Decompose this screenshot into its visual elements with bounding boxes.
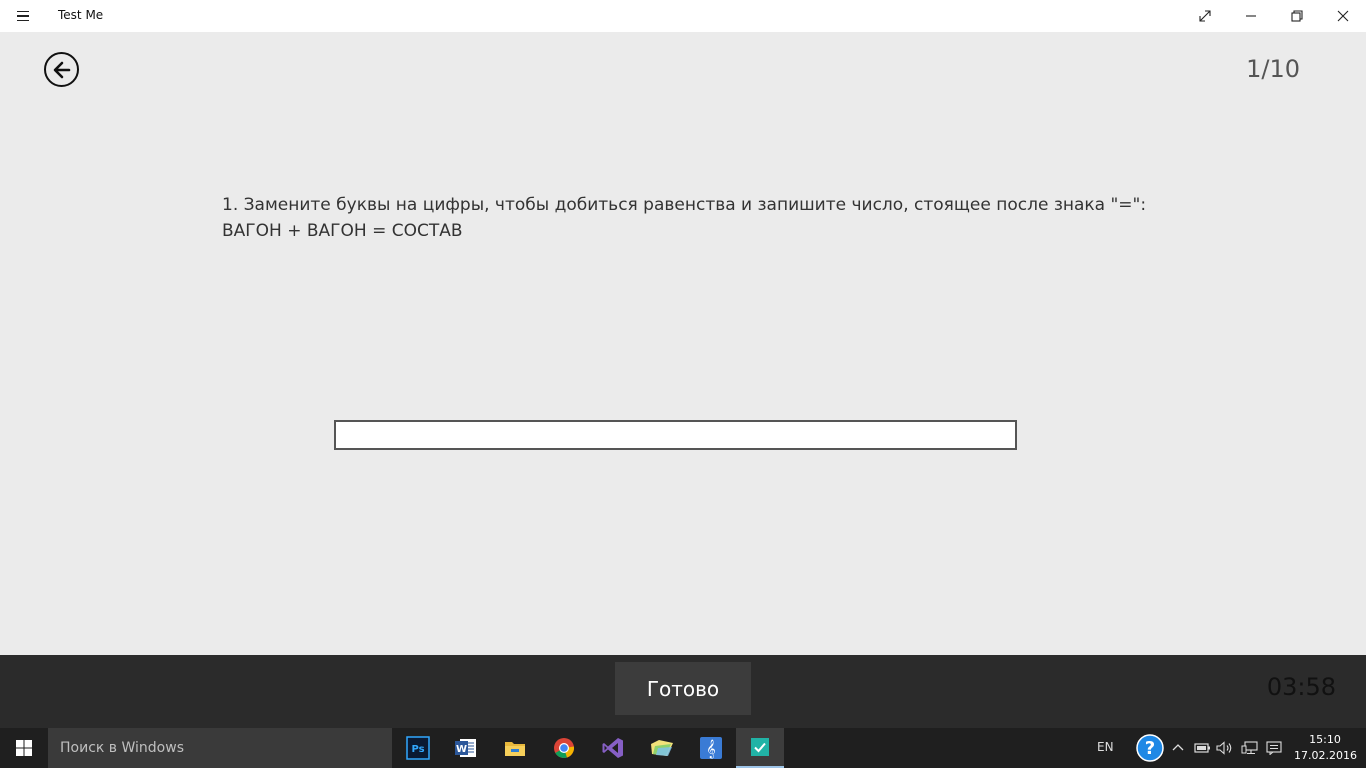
close-icon [1337, 10, 1349, 22]
windows-logo-icon [16, 740, 32, 756]
taskbar-app-word[interactable]: W [442, 728, 490, 768]
photoshop-icon: Ps [406, 736, 430, 760]
taskbar-app-file-explorer[interactable] [491, 728, 539, 768]
arrow-left-icon [53, 61, 70, 78]
minimize-icon [1246, 15, 1256, 17]
volume-button[interactable] [1215, 738, 1235, 758]
word-icon: W [455, 739, 476, 757]
question-text: 1. Замените буквы на цифры, чтобы добить… [222, 192, 1182, 244]
fullscreen-button[interactable] [1182, 0, 1228, 32]
bottom-app-bar: Готово 03:58 [0, 655, 1366, 728]
chevron-up-icon [1172, 744, 1184, 751]
fullscreen-icon [1199, 10, 1211, 22]
clock-date: 17.02.2016 [1294, 749, 1357, 762]
svg-text:?: ? [1145, 738, 1155, 759]
restore-icon [1291, 10, 1303, 22]
visual-studio-icon [602, 738, 623, 758]
battery-icon [1194, 743, 1210, 753]
taskbar-app-photoshop[interactable]: Ps [394, 728, 442, 768]
svg-text:Ps: Ps [411, 744, 424, 755]
title-bar: Test Me [0, 0, 1366, 32]
music-app-icon: 𝄞 [700, 737, 722, 759]
answer-input[interactable] [334, 420, 1017, 450]
done-button[interactable]: Готово [615, 662, 751, 715]
folder-app-icon [651, 740, 673, 756]
language-indicator[interactable]: EN [1097, 740, 1114, 754]
hamburger-menu-icon[interactable] [10, 6, 36, 26]
help-button[interactable]: ? [1134, 732, 1166, 764]
start-button[interactable] [0, 728, 48, 768]
action-center-button[interactable] [1264, 738, 1284, 758]
taskbar-app-chrome[interactable] [540, 728, 588, 768]
taskbar-app-folder[interactable] [638, 728, 686, 768]
svg-text:𝄞: 𝄞 [706, 739, 715, 759]
countdown-timer: 03:58 [1266, 673, 1336, 701]
show-hidden-icons-button[interactable] [1168, 738, 1188, 758]
taskbar-app-test-me[interactable] [736, 728, 784, 768]
help-icon: ? [1136, 734, 1164, 762]
question-line-2: ВАГОН + ВАГОН = СОСТАВ [222, 221, 463, 241]
restore-button[interactable] [1274, 0, 1320, 32]
battery-button[interactable] [1192, 738, 1212, 758]
taskbar: Поиск в Windows Ps W 𝄞 EN ? 15:10 17.02.… [0, 728, 1366, 768]
chrome-icon [554, 738, 575, 758]
speaker-icon [1216, 741, 1232, 755]
question-counter: 1/10 [1246, 55, 1300, 83]
taskbar-app-music[interactable]: 𝄞 [687, 728, 735, 768]
taskbar-clock[interactable]: 15:10 17.02.2016 [1294, 732, 1357, 764]
back-button[interactable] [44, 52, 79, 87]
notification-icon [1266, 741, 1282, 755]
network-icon [1241, 741, 1258, 755]
file-explorer-icon [505, 742, 525, 756]
taskbar-app-visual-studio[interactable] [589, 728, 637, 768]
taskbar-search-box[interactable]: Поиск в Windows [48, 728, 392, 768]
window-title: Test Me [58, 8, 104, 22]
minimize-button[interactable] [1228, 0, 1274, 32]
test-me-icon [751, 738, 769, 756]
svg-text:W: W [456, 744, 467, 755]
question-line-1: 1. Замените буквы на цифры, чтобы добить… [222, 195, 1147, 215]
close-button[interactable] [1320, 0, 1366, 32]
clock-time: 15:10 [1309, 733, 1341, 746]
network-button[interactable] [1240, 738, 1260, 758]
